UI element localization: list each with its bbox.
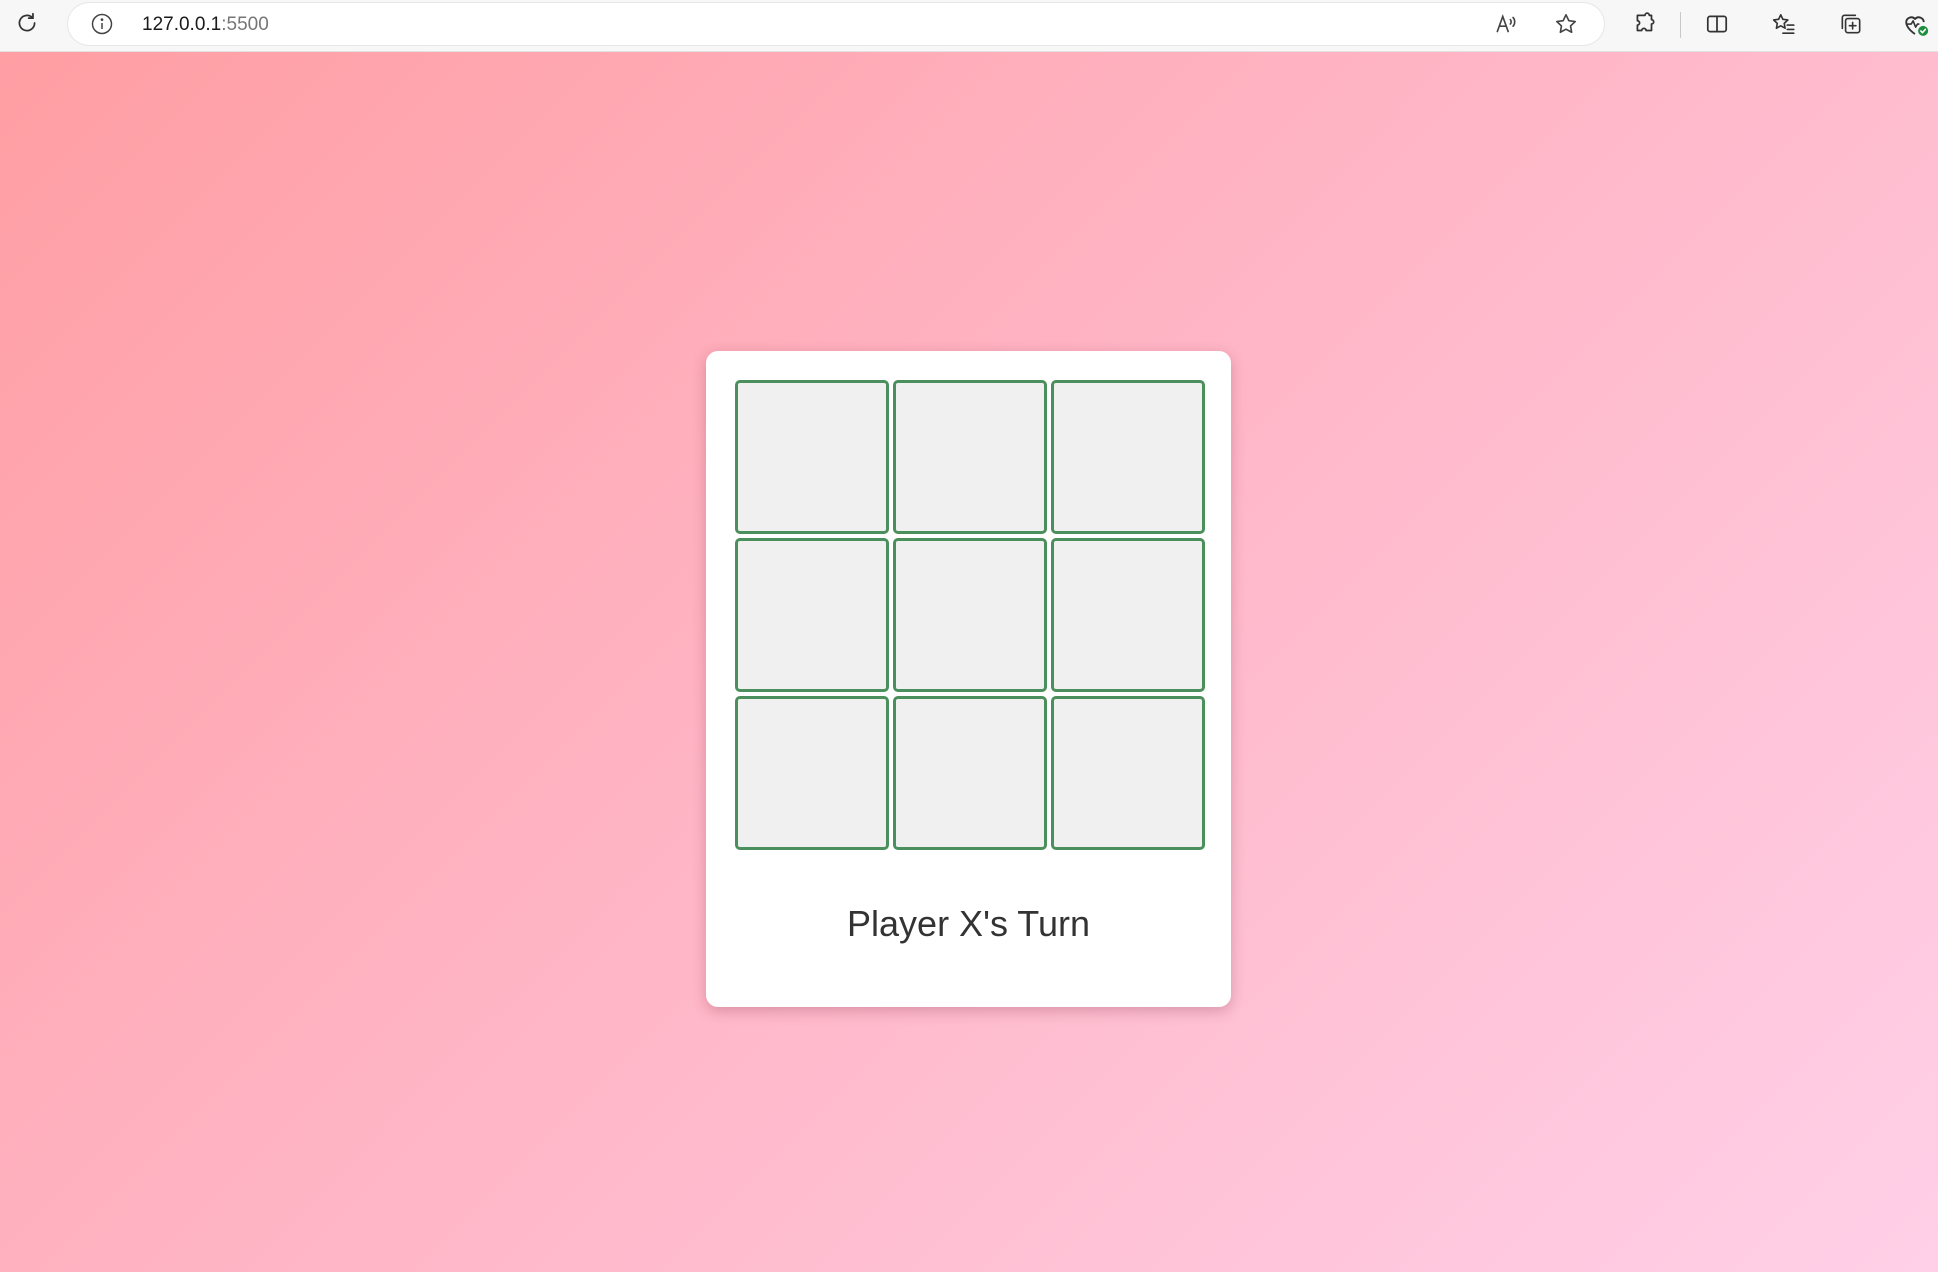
favorites-icon[interactable]: [1769, 9, 1799, 39]
extensions-icon[interactable]: [1630, 9, 1660, 39]
board-cell-7[interactable]: [735, 696, 889, 850]
site-info-icon[interactable]: [90, 12, 114, 36]
tic-tac-toe-board: [735, 380, 1205, 850]
board-cell-5[interactable]: [893, 538, 1047, 692]
board-cell-3[interactable]: [1051, 380, 1205, 534]
board-cell-9[interactable]: [1051, 696, 1205, 850]
board-cell-1[interactable]: [735, 380, 889, 534]
board-cell-4[interactable]: [735, 538, 889, 692]
address-bar[interactable]: 127.0.0.1:5500: [68, 3, 1604, 45]
board-cell-8[interactable]: [893, 696, 1047, 850]
browser-toolbar: 127.0.0.1:5500: [0, 0, 1938, 52]
collections-icon[interactable]: [1836, 9, 1866, 39]
board-cell-2[interactable]: [893, 380, 1047, 534]
url-port: :5500: [221, 14, 269, 35]
url-text[interactable]: 127.0.0.1:5500: [142, 14, 269, 36]
page-viewport: Player X's Turn: [0, 52, 1938, 1272]
read-aloud-icon[interactable]: [1492, 10, 1520, 38]
board-cell-6[interactable]: [1051, 538, 1205, 692]
game-card: Player X's Turn: [706, 351, 1231, 1007]
url-host: 127.0.0.1: [142, 14, 222, 35]
browser-essentials-icon[interactable]: [1900, 9, 1930, 39]
reload-button[interactable]: [10, 8, 44, 42]
favorite-star-icon[interactable]: [1552, 10, 1580, 38]
turn-status: Player X's Turn: [847, 903, 1090, 944]
split-screen-icon[interactable]: [1702, 9, 1732, 39]
toolbar-separator: [1680, 12, 1681, 38]
reload-icon: [14, 10, 40, 41]
